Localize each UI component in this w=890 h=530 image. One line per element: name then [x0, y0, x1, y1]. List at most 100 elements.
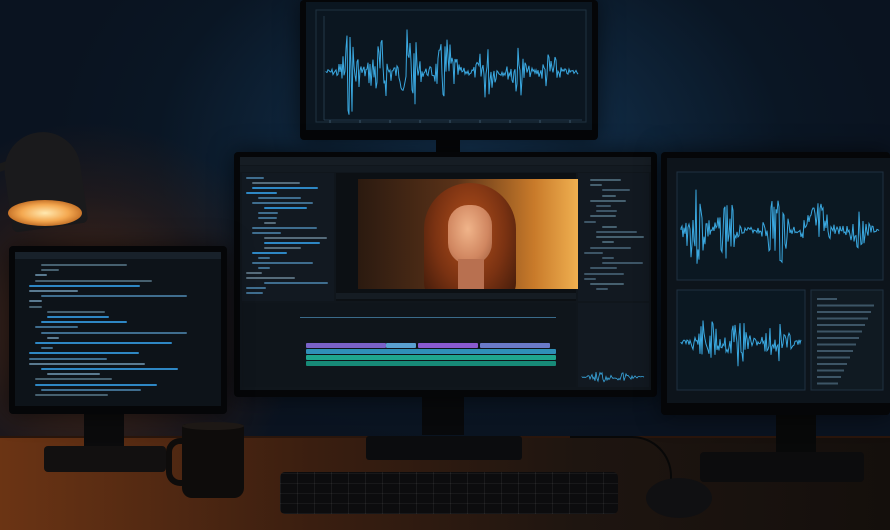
- timeline-clip[interactable]: [418, 343, 478, 348]
- code-line: [41, 295, 187, 298]
- timeline-clip[interactable]: [306, 355, 556, 360]
- code-line: [35, 326, 78, 329]
- code-line: [258, 212, 278, 214]
- code-line: [246, 287, 266, 289]
- timeline-clip[interactable]: [306, 343, 386, 348]
- timeline-clip[interactable]: [306, 361, 556, 366]
- code-line: [602, 194, 616, 197]
- parameter-row: [817, 382, 838, 385]
- code-line: [602, 225, 617, 228]
- top-monitor: [300, 0, 598, 140]
- code-line: [258, 257, 270, 259]
- code-line: [29, 352, 139, 355]
- code-line: [252, 187, 318, 189]
- code-line: [264, 207, 307, 209]
- parameter-row: [817, 363, 847, 365]
- code-line: [258, 267, 270, 269]
- timeline-clip[interactable]: [306, 349, 556, 354]
- code-line: [35, 383, 157, 386]
- code-line: [47, 336, 59, 339]
- code-editor-titlebar: [15, 252, 221, 259]
- editor-menu-bar: [240, 157, 651, 165]
- parameter-row: [817, 350, 853, 352]
- center-monitor: [234, 152, 657, 397]
- playback-controls[interactable]: [336, 293, 576, 299]
- top-waveform: [325, 29, 579, 115]
- code-line: [590, 184, 602, 187]
- code-line: [41, 321, 127, 324]
- parameter-row: [817, 369, 844, 372]
- code-line: [590, 179, 621, 181]
- code-line: [264, 222, 276, 224]
- code-line: [602, 257, 614, 259]
- video-preview[interactable]: [358, 179, 578, 289]
- parameter-row: [817, 311, 871, 313]
- code-line: [35, 378, 112, 381]
- right-analysis-panel: [676, 171, 884, 391]
- code-line: [41, 388, 141, 391]
- editor-toolbar: [240, 166, 651, 172]
- code-line: [258, 197, 301, 199]
- code-line: [596, 236, 644, 239]
- parameter-row: [817, 343, 856, 346]
- video-subject-face: [448, 205, 492, 265]
- parameter-row: [817, 317, 868, 320]
- code-line: [246, 177, 264, 179]
- code-line: [41, 331, 187, 334]
- code-line: [252, 262, 313, 264]
- keyboard-icon[interactable]: [280, 472, 618, 514]
- code-line: [252, 202, 313, 204]
- left-monitor-base: [44, 446, 166, 472]
- code-line: [29, 300, 42, 303]
- right-monitor: [661, 152, 890, 415]
- parameter-row: [817, 330, 862, 333]
- mini-waveform: [581, 371, 645, 383]
- video-subject-neck: [458, 259, 484, 289]
- code-line: [252, 227, 317, 229]
- code-line: [246, 192, 277, 194]
- code-line: [41, 264, 127, 266]
- right-monitor-screen: [667, 158, 890, 403]
- code-line: [47, 316, 109, 318]
- left-monitor-screen: [15, 252, 221, 406]
- parameter-row: [817, 324, 865, 326]
- parameter-row: [817, 337, 859, 339]
- top-waveform-panel: [315, 9, 587, 123]
- center-monitor-screen: [240, 157, 651, 390]
- code-line: [35, 274, 47, 277]
- mouse-icon[interactable]: [646, 478, 712, 518]
- code-line: [264, 247, 301, 249]
- code-line: [596, 288, 608, 291]
- center-monitor-base: [366, 436, 522, 460]
- code-line: [29, 357, 107, 360]
- timeline-clip[interactable]: [480, 343, 550, 348]
- code-line: [584, 272, 624, 275]
- code-line: [29, 290, 78, 292]
- timeline-clip[interactable]: [386, 343, 416, 348]
- code-line: [584, 220, 596, 223]
- code-line: [264, 282, 328, 284]
- code-line: [258, 217, 277, 219]
- code-line: [584, 277, 596, 280]
- code-line: [246, 277, 295, 279]
- code-line: [264, 237, 327, 239]
- code-line: [41, 347, 53, 350]
- mug-icon: [182, 424, 244, 498]
- code-line: [590, 283, 624, 285]
- code-line: [252, 182, 300, 184]
- code-line: [584, 251, 603, 254]
- code-line: [602, 262, 643, 265]
- top-monitor-screen: [306, 2, 592, 130]
- desk-scene: [0, 0, 890, 530]
- code-line: [47, 310, 105, 313]
- code-line: [264, 242, 320, 244]
- code-line: [596, 231, 637, 233]
- code-line: [252, 232, 281, 234]
- mug-rim: [182, 422, 244, 430]
- code-line: [246, 272, 262, 274]
- center-monitor-neck: [422, 397, 464, 435]
- code-line: [590, 199, 626, 202]
- lamp-bulb: [8, 200, 82, 226]
- parameter-row: [817, 376, 841, 378]
- parameter-row: [817, 356, 850, 359]
